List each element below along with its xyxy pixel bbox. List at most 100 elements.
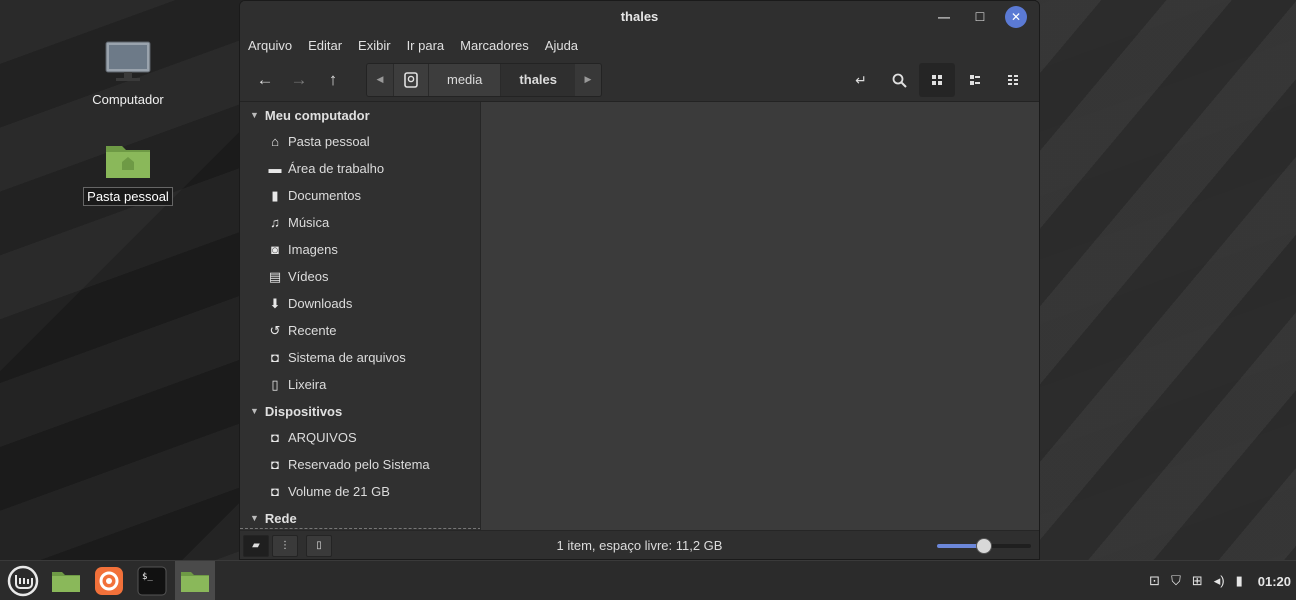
toggle-location-button[interactable]: ↵ — [843, 63, 879, 97]
list-view-button[interactable] — [957, 63, 993, 97]
arrow-right-icon: → — [290, 69, 308, 89]
sidebar-item-sistema-de-arquivos[interactable]: ◘ Sistema de arquivos — [240, 344, 480, 371]
show-places-button[interactable]: ▰ — [243, 534, 269, 557]
minimize-icon: — — [938, 10, 950, 24]
menu-marcadores[interactable]: Marcadores — [460, 38, 529, 53]
sidebar-item-pasta-pessoal[interactable]: ⌂ Pasta pessoal — [240, 128, 480, 155]
sidebar-section-title: Meu computador — [264, 107, 370, 123]
triangle-down-icon: ▼ — [250, 110, 259, 120]
tree-icon: ⋮ — [280, 540, 290, 551]
clock[interactable]: 01:20 — [1258, 574, 1291, 589]
compact-view-button[interactable] — [995, 63, 1031, 97]
sidebar-item-label: Vídeos — [288, 269, 329, 284]
desktop-icon-label: Pasta pessoal — [83, 187, 173, 206]
sidebar-item-label: ARQUIVOS — [288, 430, 357, 445]
menu-ajuda[interactable]: Ajuda — [545, 38, 578, 53]
volume-icon[interactable]: ◂) — [1214, 573, 1225, 589]
triangle-down-icon: ▼ — [250, 513, 259, 523]
update-manager-icon[interactable]: ⊡ — [1149, 573, 1160, 589]
drive-icon: ◘ — [271, 430, 279, 445]
triangle-right-icon: ▶ — [584, 74, 592, 84]
path-scroll-left[interactable]: ◀ — [367, 63, 393, 96]
file-manager-window: thales — ☐ ✕ Arquivo Editar Exibir Ir pa… — [239, 0, 1040, 560]
path-root-drive[interactable] — [393, 63, 428, 96]
network-icon[interactable]: ⊞ — [1192, 573, 1203, 589]
titlebar[interactable]: thales — ☐ ✕ — [240, 1, 1039, 32]
taskbar: $_ ⊡ ⛉ ⊞ ◂) ▮ 01:20 — [0, 560, 1296, 600]
maximize-button[interactable]: ☐ — [969, 6, 991, 28]
home-folder-icon — [106, 146, 150, 178]
sidebar-item-label: Sistema de arquivos — [288, 350, 406, 365]
mint-menu-button[interactable] — [3, 561, 43, 600]
sidebar-item-label: Imagens — [288, 242, 338, 257]
history-icon: ↺ — [269, 322, 281, 338]
minimize-button[interactable]: — — [933, 6, 955, 28]
film-icon: ▤ — [268, 268, 282, 284]
menubar: Arquivo Editar Exibir Ir para Marcadores… — [240, 32, 1039, 58]
folder-icon: ▰ — [252, 540, 260, 551]
taskbar-terminal-launcher[interactable]: $_ — [132, 561, 172, 600]
drive-icon: ◘ — [271, 457, 279, 472]
hide-sidebar-button[interactable]: ▯ — [306, 534, 332, 557]
menu-ir-para[interactable]: Ir para — [407, 38, 445, 53]
zoom-slider-knob[interactable] — [976, 538, 992, 554]
up-button[interactable]: ↑ — [316, 65, 350, 95]
content-area: ▼ Meu computador ⌂ Pasta pessoal ▬ Área de… — [240, 102, 1039, 530]
sidebar-item-downloads[interactable]: ⬇ Downloads — [240, 290, 480, 317]
sidebar-item-recente[interactable]: ↺ Recente — [240, 317, 480, 344]
path-scroll-right[interactable]: ▶ — [575, 63, 601, 96]
search-button[interactable] — [881, 63, 917, 97]
taskbar-window-thales[interactable] — [175, 560, 215, 600]
triangle-left-icon: ◀ — [376, 74, 384, 84]
sidebar-item-arquivos[interactable]: ◘ ARQUIVOS — [240, 424, 480, 451]
taskbar-firefox-launcher[interactable] — [89, 561, 129, 600]
sidebar-item-volume-21gb[interactable]: ◘ Volume de 21 GB — [240, 478, 480, 505]
linux-mint-logo-icon — [7, 565, 39, 596]
desktop-wallpaper-shade — [1036, 0, 1296, 560]
sidebar-item-label: Pasta pessoal — [288, 134, 370, 149]
triangle-down-icon: ▼ — [250, 406, 259, 416]
sidebar-item-label: Lixeira — [288, 377, 327, 392]
folder-icon — [52, 571, 80, 592]
shield-icon[interactable]: ⛉ — [1171, 573, 1181, 589]
path-segment-media[interactable]: media — [428, 63, 501, 96]
search-icon — [892, 73, 907, 88]
sidebar-item-reservado-pelo-sistema[interactable]: ◘ Reservado pelo Sistema — [240, 451, 480, 478]
sidebar-item-label: Volume de 21 GB — [288, 484, 390, 499]
menu-exibir[interactable]: Exibir — [358, 38, 391, 53]
desktop-icon-home[interactable]: Pasta pessoal — [83, 140, 173, 206]
sidebar-section-meu-computador[interactable]: ▼ Meu computador — [240, 102, 480, 128]
drive-icon: ◘ — [271, 350, 279, 365]
desktop-icon-label: Computador — [92, 92, 164, 107]
sidebar-item-area-de-trabalho[interactable]: ▬ Área de trabalho — [240, 155, 480, 182]
statusbar: ▰ ⋮ ▯ 1 item, espaço livre: 11,2 GB — [240, 530, 1039, 559]
sidebar-item-musica[interactable]: ♫ Música — [240, 209, 480, 236]
arrow-left-icon: ← — [256, 69, 274, 89]
sidebar-item-videos[interactable]: ▤ Vídeos — [240, 263, 480, 290]
back-button[interactable]: ← — [248, 65, 282, 95]
zoom-slider[interactable] — [937, 538, 1031, 554]
forward-button[interactable]: → — [282, 65, 316, 95]
desktop-icon-computer[interactable]: Computador — [83, 40, 173, 108]
close-button[interactable]: ✕ — [1005, 6, 1027, 28]
menu-editar[interactable]: Editar — [308, 38, 342, 53]
battery-icon[interactable]: ▮ — [1236, 573, 1243, 589]
sidebar-section-dispositivos[interactable]: ▼ Dispositivos — [240, 398, 480, 424]
sidebar-item-lixeira[interactable]: ▯ Lixeira — [240, 371, 480, 398]
grid-icon — [932, 75, 942, 85]
sidebar: ▼ Meu computador ⌂ Pasta pessoal ▬ Área de… — [240, 102, 481, 530]
sidebar-item-imagens[interactable]: ◙ Imagens — [240, 236, 480, 263]
trash-icon: ▯ — [271, 376, 279, 392]
sidebar-item-documentos[interactable]: ▮ Documentos — [240, 182, 480, 209]
maximize-icon: ☐ — [974, 10, 986, 24]
file-view[interactable] — [481, 102, 1039, 530]
computer-icon — [105, 41, 151, 81]
sidebar-toggle-icon: ▯ — [316, 540, 322, 551]
icon-view-button[interactable] — [919, 63, 955, 97]
sidebar-item-label: Reservado pelo Sistema — [288, 457, 430, 472]
sidebar-section-rede[interactable]: ▼ Rede — [240, 505, 480, 530]
taskbar-files-launcher[interactable] — [46, 561, 86, 600]
show-treeview-button[interactable]: ⋮ — [272, 534, 298, 557]
menu-arquivo[interactable]: Arquivo — [248, 38, 292, 53]
path-segment-thales[interactable]: thales — [500, 63, 575, 96]
